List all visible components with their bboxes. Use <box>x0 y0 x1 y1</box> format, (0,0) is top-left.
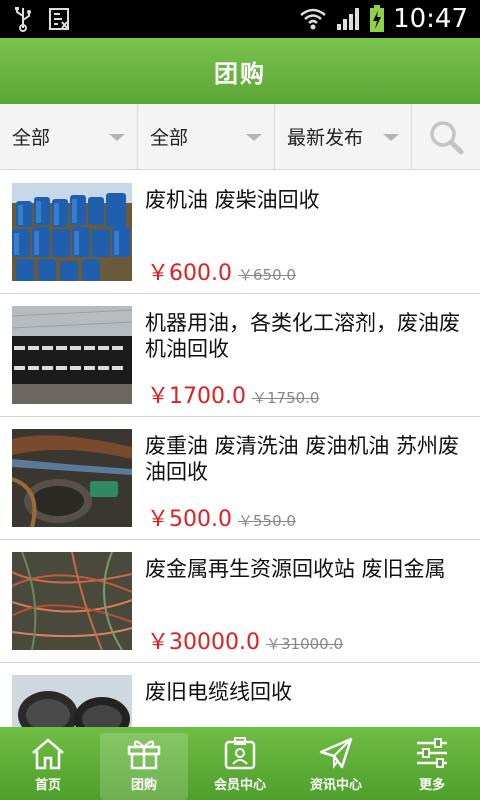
nav-label: 资讯中心 <box>309 778 362 793</box>
title-bar: 团购 <box>0 38 480 104</box>
nav-label: 更多 <box>418 778 445 793</box>
nav-label: 会员中心 <box>213 778 266 793</box>
item-title: 废机油 废柴油回收 <box>145 188 320 212</box>
nav-group-buy[interactable]: 团购 <box>96 727 192 800</box>
item-title: 废旧电缆线回收 <box>145 680 292 704</box>
price-row: ￥600.0 ￥650.0 <box>147 255 296 287</box>
dropdown-arrow-icon <box>383 134 399 141</box>
category-filter-dropdown[interactable]: 全部 <box>0 104 138 169</box>
status-bar: 10:47 <box>0 0 480 38</box>
sort-filter-dropdown[interactable]: 最新发布 <box>275 104 412 169</box>
item-title: 机器用油，各类化工溶剂，废油废机油回收 <box>145 311 460 361</box>
wifi-icon <box>300 8 326 30</box>
status-time: 10:47 <box>393 4 468 34</box>
item-price: ￥30000.0 <box>147 630 260 655</box>
debug-icon <box>49 8 69 30</box>
item-original-price: ￥1750.0 <box>251 389 320 407</box>
signal-icon <box>337 8 360 30</box>
gift-icon <box>127 740 161 770</box>
item-price: ￥500.0 <box>147 507 232 532</box>
search-icon <box>430 120 464 154</box>
dropdown-arrow-icon <box>109 134 125 141</box>
item-original-price: ￥650.0 <box>237 266 296 284</box>
list-item[interactable]: 机器用油，各类化工溶剂，废油废机油回收 ￥1700.0 ￥1750.0 <box>0 294 480 417</box>
price-row: ￥30000.0 ￥31000.0 <box>147 624 343 656</box>
product-thumbnail <box>12 183 132 281</box>
dropdown-arrow-icon <box>246 134 262 141</box>
nav-member-center[interactable]: 会员中心 <box>192 727 288 800</box>
list-item[interactable]: 废机油 废柴油回收 ￥600.0 ￥650.0 <box>0 171 480 294</box>
nav-label: 首页 <box>34 778 61 793</box>
list-item[interactable]: 废重油 废清洗油 废油机油 苏州废油回收 ￥500.0 ￥550.0 <box>0 417 480 540</box>
product-thumbnail <box>12 552 132 650</box>
home-icon <box>32 738 64 770</box>
category-filter-label: 全部 <box>12 127 51 149</box>
sliders-icon <box>417 738 447 768</box>
nav-home[interactable]: 首页 <box>0 727 96 800</box>
product-thumbnail <box>12 306 132 404</box>
price-row: ￥500.0 ￥550.0 <box>147 501 296 533</box>
area-filter-dropdown[interactable]: 全部 <box>138 104 275 169</box>
product-thumbnail <box>12 429 132 527</box>
bottom-nav: 首页 团购 会员中心 资讯中心 更多 <box>0 727 480 800</box>
group-buy-list: 废机油 废柴油回收 ￥600.0 ￥650.0 机器用油，各类化工溶剂，废油废机… <box>0 171 480 727</box>
item-original-price: ￥550.0 <box>237 512 296 530</box>
nav-more[interactable]: 更多 <box>384 727 480 800</box>
nav-news-center[interactable]: 资讯中心 <box>288 727 384 800</box>
item-price: ￥600.0 <box>147 261 232 286</box>
item-price: ￥1700.0 <box>147 384 246 409</box>
item-title: 废金属再生资源回收站 废旧金属 <box>145 557 446 581</box>
search-button[interactable] <box>412 104 480 169</box>
item-title: 废重油 废清洗油 废油机油 苏州废油回收 <box>145 434 460 484</box>
paper-plane-icon <box>319 737 353 769</box>
page-title: 团购 <box>214 59 266 88</box>
price-row: ￥1700.0 ￥1750.0 <box>147 378 319 410</box>
nav-label: 团购 <box>130 778 157 793</box>
area-filter-label: 全部 <box>150 127 189 149</box>
item-original-price: ￥31000.0 <box>265 635 344 653</box>
list-item[interactable]: 废金属再生资源回收站 废旧金属 ￥30000.0 ￥31000.0 <box>0 540 480 663</box>
product-thumbnail <box>12 675 132 727</box>
sort-filter-label: 最新发布 <box>287 127 364 149</box>
usb-icon <box>15 7 31 32</box>
member-card-icon <box>224 737 256 770</box>
filter-bar: 全部 全部 最新发布 <box>0 104 480 170</box>
list-item[interactable]: 废旧电缆线回收 <box>0 663 480 727</box>
battery-icon <box>370 5 385 32</box>
